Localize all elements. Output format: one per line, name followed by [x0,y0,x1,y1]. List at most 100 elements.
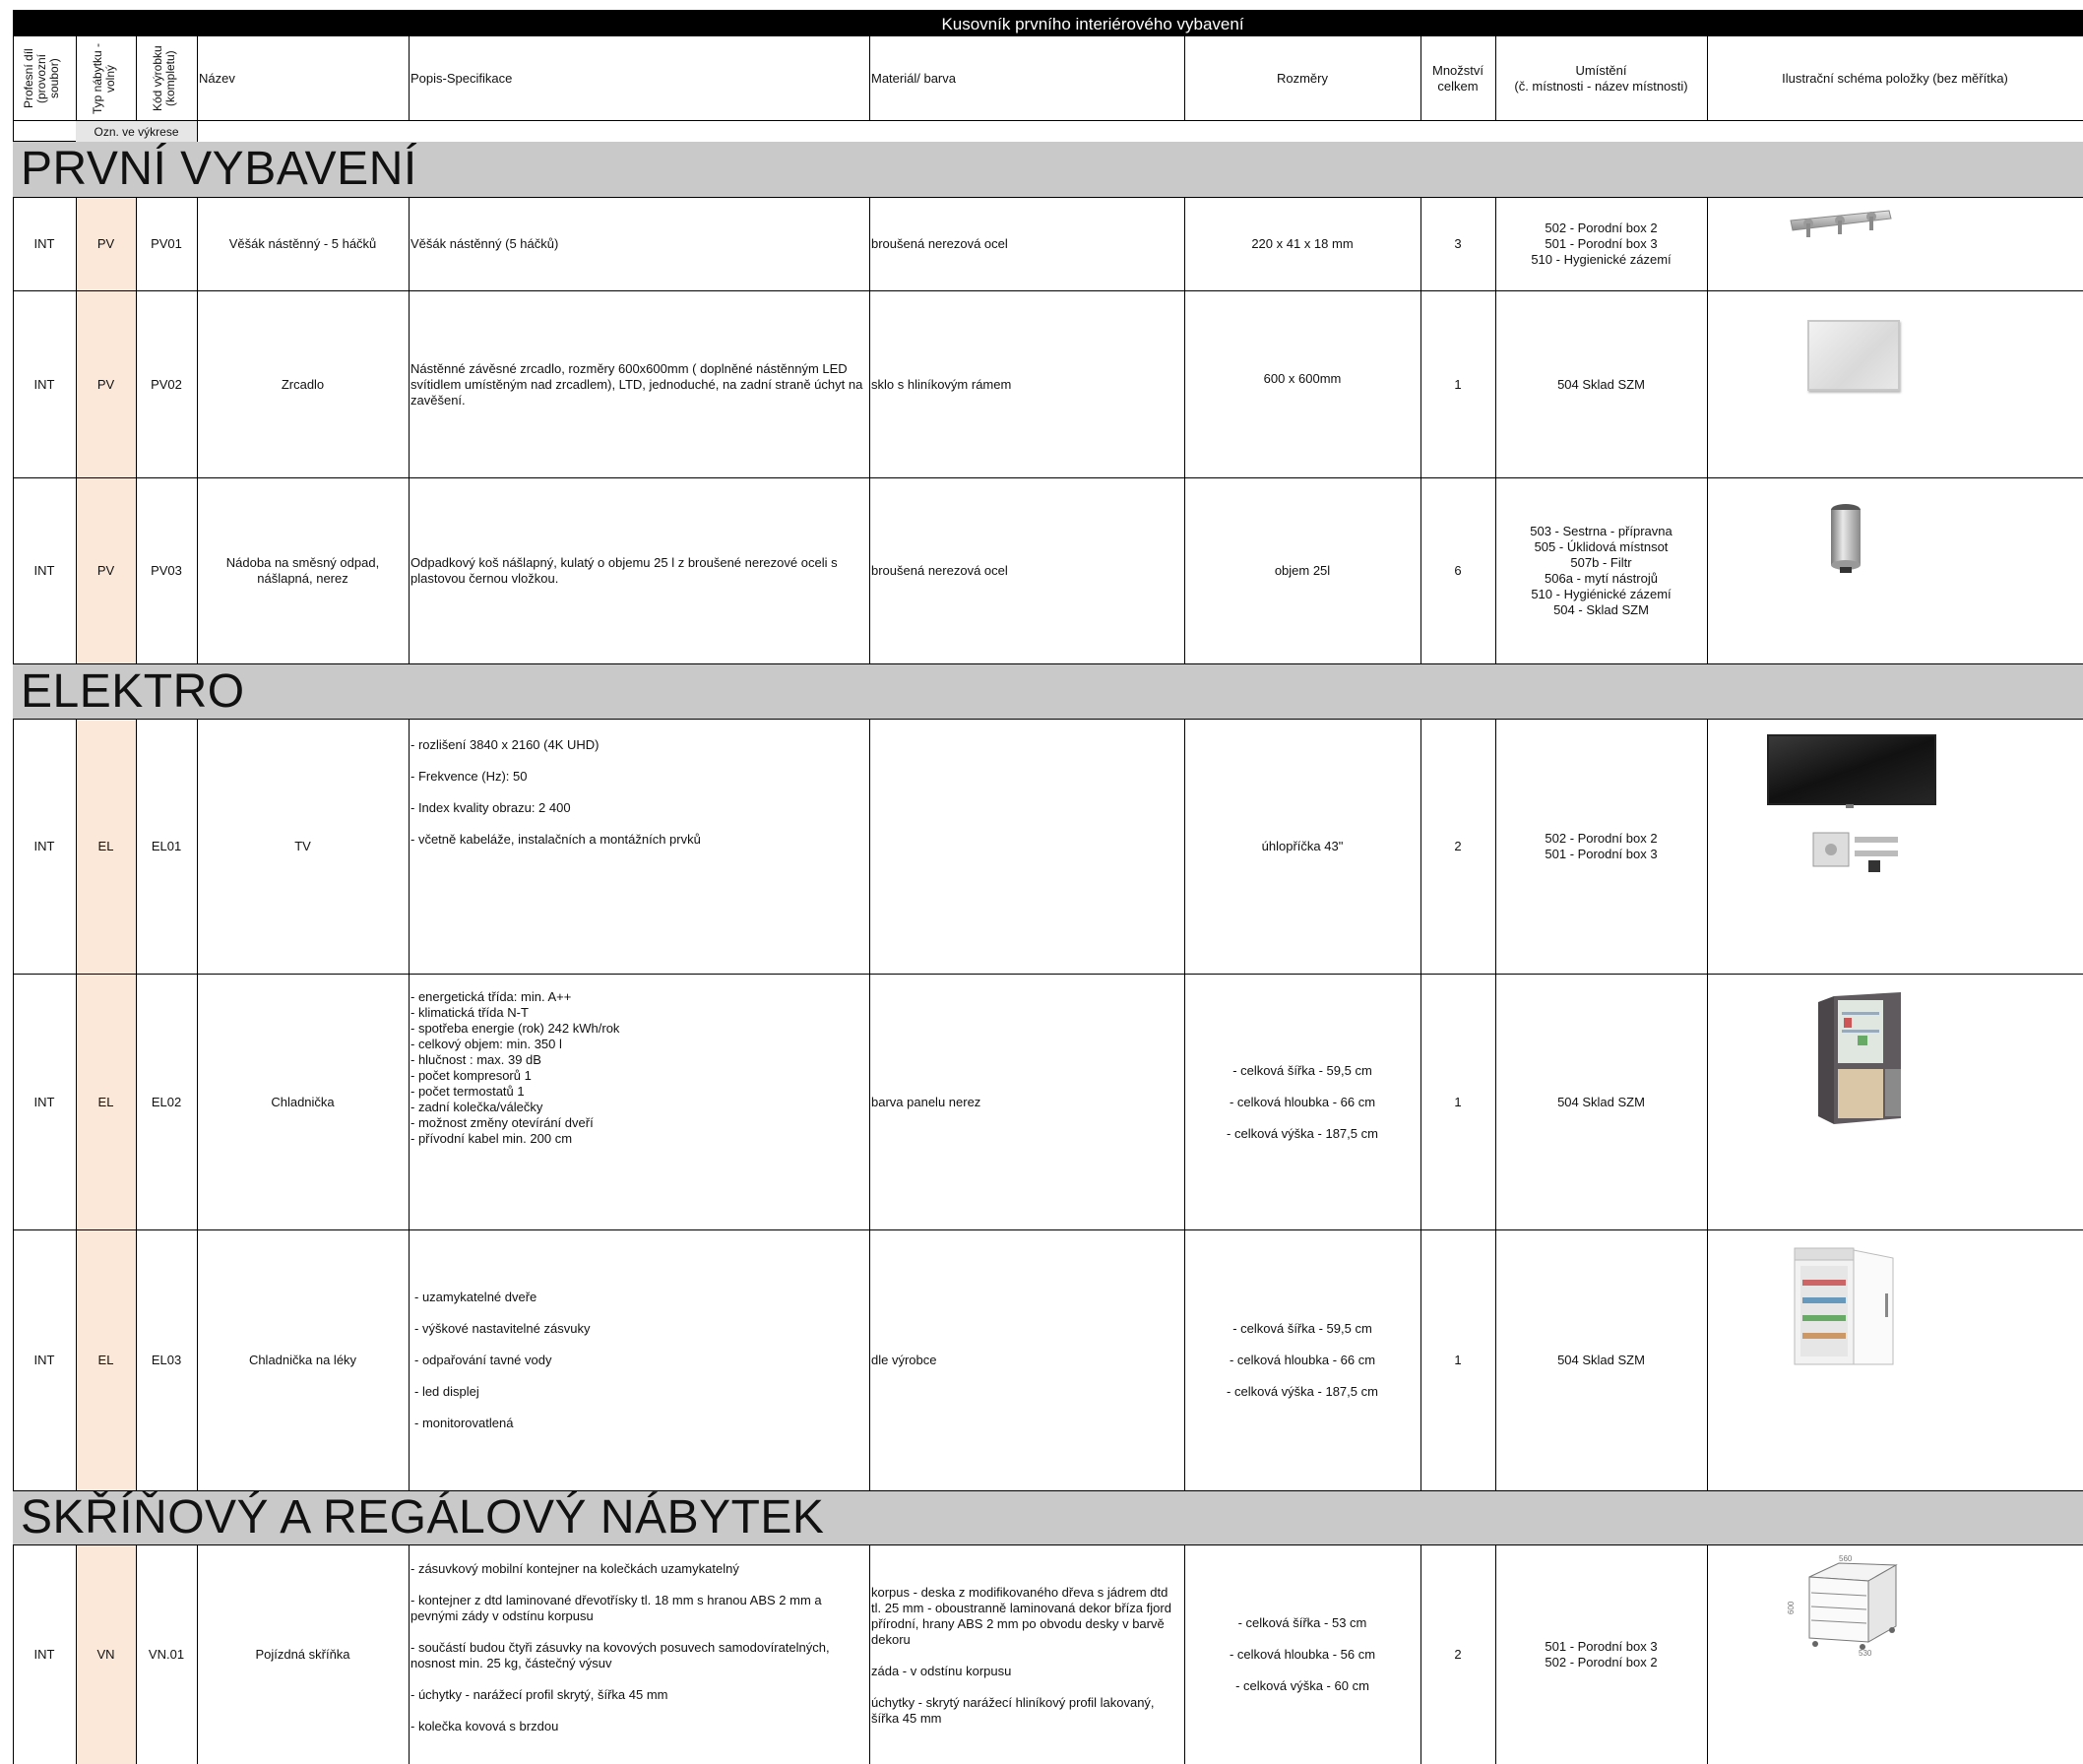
col-border [136,35,137,121]
document-title: Kusovník prvního interiérového vybavení [941,15,1244,33]
header-material: Materiál/ barva [871,71,956,86]
col-border [869,35,870,121]
row-el02-mnozstvi: 1 [1454,1094,1462,1109]
row-pv01-typ: PV [96,236,115,251]
row-el02-profesni: INT [33,1094,55,1109]
col-border [409,1544,410,1764]
col-border [409,197,410,664]
row-pv02-umisteni: 504 Sklad SZM [1557,376,1645,392]
title-bar-left [13,10,136,35]
col-border [1420,1544,1421,1764]
col-border [1184,1544,1185,1764]
row-border [13,719,2083,720]
row-pv03-typ: PV [96,563,115,578]
header-kod: Kód výrobku (kompletu) [151,45,177,112]
header-mnozstvi: Množství celkem [1432,63,1484,94]
wall-hook-rack-image [1787,205,1895,244]
section-heading-elektro: ELEKTRO [13,664,2083,719]
row-el01-kod: EL01 [151,839,182,853]
row-border [13,1490,2083,1491]
col-border [136,197,137,664]
row-el01-typ: EL [97,839,114,853]
col-border [409,35,410,121]
cabinet-dim-depth: 560 [1839,1554,1853,1563]
row-el03-kod: EL03 [151,1353,182,1367]
row-pv01-kod: PV01 [151,236,182,251]
col-border [197,719,198,1491]
col-border [13,197,14,664]
row-el01-nazev: TV [294,839,311,853]
col-border [1420,35,1421,121]
col-border [136,719,137,1491]
col-border [76,1544,77,1764]
row-border [13,197,2083,198]
col-border [197,197,198,664]
row-border [13,1229,2083,1230]
row-border [13,974,2083,975]
row-el02-nazev: Chladnička [271,1094,335,1109]
col-border [1184,197,1185,664]
row-vn01-nazev: Pojízdná skříňka [255,1647,350,1662]
row-el02-typ: EL [97,1094,114,1109]
row-el01-popis: - rozlišení 3840 x 2160 (4K UHD) - Frekv… [410,737,701,847]
row-vn01-rozmery: - celková šířka - 53 cm - celková hloubka… [1229,1615,1376,1693]
row-el01-umisteni: 502 - Porodní box 2 501 - Porodní box 3 [1545,831,1658,861]
row-pv02-nazev: Zrcadlo [281,376,325,392]
cabinet-dim-height: 600 [1787,1601,1796,1614]
mobile-drawer-cabinet-image: 560 600 530 [1780,1553,1908,1658]
medical-fridge-image [1787,1244,1905,1372]
col-border [136,1544,137,1764]
col-border [1184,35,1185,121]
row-vn01-kod: VN.01 [148,1647,185,1662]
tv-stand [1846,804,1854,808]
col-border [1495,1544,1496,1764]
row-el03-nazev: Chladnička na léky [248,1353,357,1367]
row-pv03-kod: PV03 [151,563,182,578]
col-border [409,719,410,1491]
col-border [1495,35,1496,121]
row-vn01-mnozstvi: 2 [1454,1647,1462,1662]
row-pv03-mnozstvi: 6 [1454,563,1462,578]
col-border [197,1544,198,1764]
row-el01-profesni: INT [33,839,55,853]
row-pv02-popis: Nástěnné závěsné zrcadlo, rozměry 600x60… [410,360,863,408]
row-border [13,1544,2083,1545]
header-ilustrace: Ilustrační schéma položky (bez měřítka) [1782,71,2008,86]
ozn-label: Ozn. ve výkrese [76,121,197,142]
row-pv03-profesni: INT [33,563,55,578]
header-popis: Popis-Specifikace [410,71,513,86]
row-pv03-nazev: Nádoba na směsný odpad, nášlapná, nerez [225,555,380,586]
row-vn01-profesni: INT [33,1647,55,1662]
row-el02-rozmery: - celková šířka - 59,5 cm - celková hloub… [1227,1062,1378,1141]
row-pv03-material: broušená nerezová ocel [871,563,1008,578]
col-border [76,197,77,664]
row-border [13,290,2083,291]
row-el02-kod: EL02 [151,1094,182,1109]
section-heading-prvni-vybaveni: PRVNÍ VYBAVENÍ [13,142,2083,197]
col-border [869,719,870,1491]
col-border [1707,35,1708,121]
col-border [13,1544,14,1764]
row-vn01-typ: VN [96,1647,115,1662]
mirror-image [1807,320,1900,391]
row-el03-rozmery: - celková šířka - 59,5 cm - celková hloub… [1227,1321,1378,1399]
row-pv01-nazev: Věšák nástěnný - 5 háčků [228,236,377,251]
row-pv03-rozmery: objem 25l [1274,563,1331,578]
row-el02-popis: - energetická třída: min. A++ - klimatick… [410,989,620,1146]
row-border [13,477,2083,478]
header-nazev: Název [199,71,235,86]
col-border [1420,719,1421,1491]
col-border [13,35,14,142]
row-border [13,663,2083,664]
col-border [197,35,198,142]
tv-image [1767,734,1936,805]
row-vn01-popis: - zásuvkový mobilní kontejner na kolečká… [410,1561,830,1733]
header-typ: Typ nábytku - volný [90,42,117,115]
row-el03-typ: EL [97,1353,114,1367]
tv-mount-kit-image [1809,827,1908,876]
col-border [76,35,77,121]
row-pv01-material: broušená nerezová ocel [871,236,1008,251]
row-vn01-material: korpus - deska z modifikovaného dřeva s … [871,1585,1171,1726]
col-border [13,719,14,1491]
row-pv01-umisteni: 502 - Porodní box 2 501 - Porodní box 3 51… [1531,220,1672,267]
